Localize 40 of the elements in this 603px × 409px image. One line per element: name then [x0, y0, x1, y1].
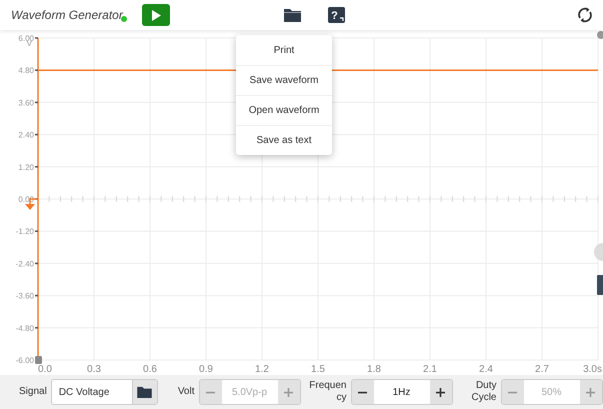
axis-label: 1.20 — [18, 162, 34, 172]
handle-icon[interactable] — [597, 31, 603, 39]
refresh-icon[interactable] — [577, 7, 593, 23]
axis-label: 0.9 — [199, 364, 213, 375]
axis-label: 2.4 — [479, 364, 493, 375]
field-label: Signal — [19, 386, 47, 398]
axis-label: 4.80 — [18, 66, 34, 76]
field-label: Volt — [178, 386, 194, 398]
axis-label: 1.8 — [367, 364, 381, 375]
axis-label: -3.60 — [16, 292, 34, 301]
axis-label: 0.0 — [38, 364, 52, 375]
menu-item[interactable]: Open waveform — [236, 95, 332, 125]
field-label: Duty Cycle — [470, 380, 496, 404]
axis-label: 1.5 — [311, 364, 325, 375]
axis-label: 3.60 — [18, 98, 34, 108]
play-button[interactable] — [142, 4, 170, 26]
help-icon[interactable]: ? — [328, 7, 345, 23]
menu-item[interactable]: Save waveform — [236, 65, 332, 95]
axis-label: 3.0s — [583, 364, 602, 375]
folder-icon[interactable] — [284, 8, 301, 22]
side-handle-icon[interactable] — [594, 243, 603, 261]
field-label: Frequency — [308, 380, 346, 404]
axis-label: -4.80 — [16, 324, 34, 333]
axis-label: -2.40 — [16, 259, 34, 268]
axis-label: 2.7 — [535, 364, 549, 375]
axis-label: 6.00 — [18, 34, 34, 43]
play-icon — [150, 8, 162, 22]
app-title: Waveform Generator — [11, 8, 123, 22]
axis-label: 1.2 — [255, 364, 269, 375]
menu-item[interactable]: Save as text — [236, 125, 332, 155]
axis-label: -1.20 — [16, 227, 34, 236]
signal-field[interactable]: DC Voltage — [50, 379, 158, 405]
axis-label: 0.3 — [87, 364, 101, 375]
folder-icon[interactable] — [137, 386, 152, 398]
trigger-handle-icon[interactable] — [35, 356, 42, 364]
axis-label: 2.40 — [18, 130, 34, 140]
axis-label: 0.6 — [143, 364, 157, 375]
axis-label: -6.00 — [16, 356, 34, 365]
axis-label: 2.1 — [423, 364, 437, 375]
menu-item[interactable]: Print — [236, 35, 332, 65]
